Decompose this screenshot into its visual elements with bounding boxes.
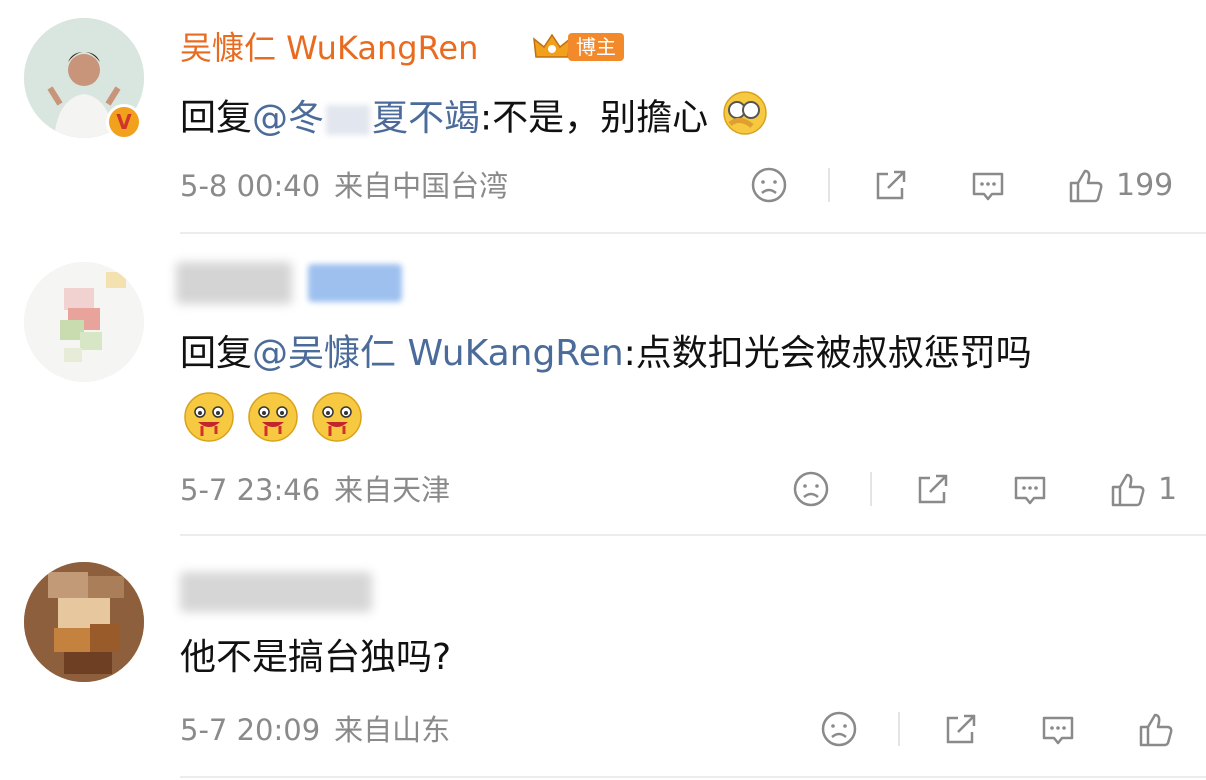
reply-prefix: 回复 — [180, 333, 253, 374]
badge-label: 博主 — [568, 33, 624, 61]
reply-button[interactable] — [968, 166, 1008, 206]
like-button[interactable]: 199 — [1066, 166, 1173, 206]
share-button[interactable] — [914, 470, 952, 508]
avatar[interactable] — [24, 562, 144, 682]
comment-time: 5-7 20:09 — [180, 713, 321, 747]
author-name-redacted — [180, 572, 372, 612]
dislike-button[interactable] — [820, 710, 858, 748]
comment-meta: 5-8 00:40 来自中国台湾 — [180, 168, 508, 204]
action-divider — [828, 168, 830, 202]
reply-button[interactable] — [1038, 710, 1078, 750]
like-count: 199 — [1116, 168, 1174, 203]
drooling-emoji-icon — [248, 392, 298, 442]
author-badge: 博主 — [532, 30, 624, 64]
comment-location: 来自中国台湾 — [334, 169, 509, 203]
mention-link[interactable]: @冬 夏不竭 — [252, 98, 480, 139]
comment-text: 回复@冬 夏不竭:不是，别擔心 — [180, 90, 770, 149]
like-button[interactable] — [1136, 710, 1176, 750]
like-button[interactable]: 1 — [1108, 470, 1177, 510]
reply-button[interactable] — [1010, 470, 1050, 510]
comment-icon — [1014, 476, 1046, 505]
drooling-emoji-icon — [312, 392, 362, 442]
dislike-button[interactable] — [750, 166, 788, 204]
emoji-row — [182, 390, 364, 444]
crown-icon — [533, 33, 571, 58]
author-name-redacted — [176, 262, 292, 304]
comment-location: 来自天津 — [334, 473, 451, 507]
like-count: 1 — [1158, 472, 1178, 507]
comment-time: 5-7 23:46 — [180, 473, 321, 507]
mention-link[interactable]: @吴慷仁 WuKangRen — [252, 333, 624, 374]
comment-item: 他不是搞台独吗? 5-7 20:09 来自山东 — [0, 536, 1206, 780]
reply-prefix: 回复 — [180, 97, 253, 139]
comment-icon — [1042, 716, 1074, 745]
dislike-button[interactable] — [792, 470, 830, 508]
like-icon — [1111, 473, 1145, 507]
share-icon — [876, 170, 906, 200]
dislike-icon — [751, 167, 787, 203]
comment-time: 5-8 00:40 — [180, 169, 321, 203]
like-icon — [1069, 169, 1103, 203]
comment-item: V 吴慷仁 WuKangRen 博主 回复@冬 夏不竭:不是，别擔心 5-8 00… — [0, 0, 1206, 234]
share-button[interactable] — [942, 710, 980, 748]
dislike-icon — [821, 711, 857, 747]
comment-content: :不是，别擔心 — [480, 97, 709, 139]
share-icon — [946, 714, 976, 744]
comment-content: :点数扣光会被叔叔惩罚吗 — [623, 333, 1032, 374]
comment-icon — [972, 172, 1004, 201]
avatar[interactable] — [24, 262, 144, 382]
comment-divider — [180, 776, 1206, 778]
drooling-emoji-icon — [184, 392, 234, 442]
comment-text: 他不是搞台独吗? — [180, 637, 452, 678]
facepalm-emoji-icon — [720, 90, 770, 149]
action-divider — [870, 472, 872, 506]
dislike-icon — [793, 471, 829, 507]
share-icon — [918, 474, 948, 504]
author-badge-redacted — [308, 264, 402, 302]
author-name[interactable]: 吴慷仁 WuKangRen — [180, 28, 478, 68]
like-icon — [1139, 713, 1173, 747]
comment-meta: 5-7 20:09 来自山东 — [180, 712, 450, 748]
share-button[interactable] — [872, 166, 910, 204]
comment-text: 回复@吴慷仁 WuKangRen:点数扣光会被叔叔惩罚吗 — [180, 330, 1032, 378]
action-divider — [898, 712, 900, 746]
comment-item: 回复@吴慷仁 WuKangRen:点数扣光会被叔叔惩罚吗 5-7 23:46 来自… — [0, 234, 1206, 536]
verified-badge-icon: V — [106, 104, 142, 140]
comment-location: 来自山东 — [334, 713, 451, 747]
comment-meta: 5-7 23:46 来自天津 — [180, 472, 450, 508]
